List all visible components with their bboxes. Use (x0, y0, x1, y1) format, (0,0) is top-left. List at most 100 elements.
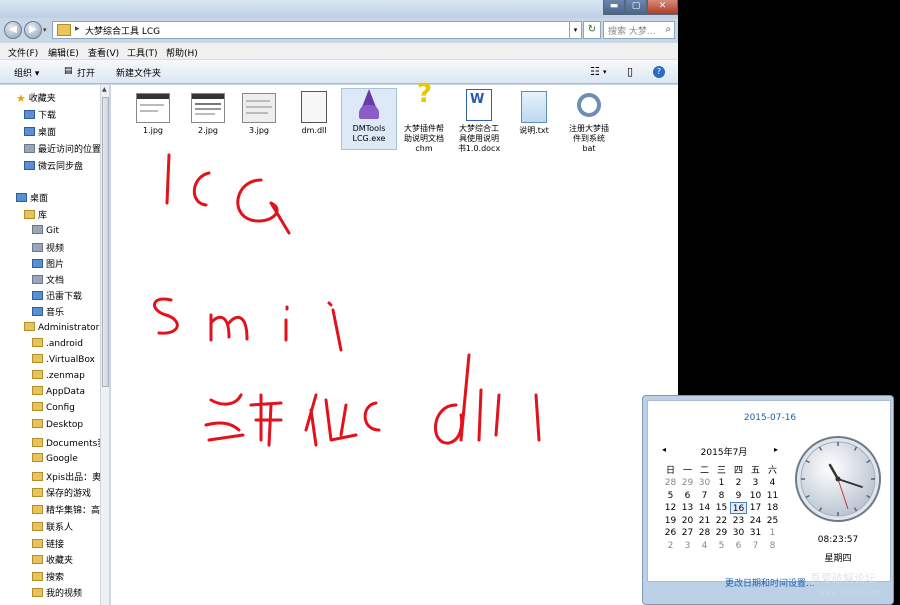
nav-favorites[interactable]: ★ 收藏夹 (16, 91, 56, 106)
calendar-day[interactable]: 4 (764, 477, 781, 489)
nav-pictures[interactable]: 图片 (32, 257, 64, 272)
calendar-day[interactable]: 17 (747, 502, 764, 514)
calendar-day[interactable]: 6 (730, 540, 747, 552)
nav-desktop2[interactable]: Desktop (32, 419, 83, 434)
calendar-day[interactable]: 31 (747, 527, 764, 539)
breadcrumb[interactable]: 大梦综合工具 LCG (85, 24, 160, 37)
calendar-day[interactable]: 16 (730, 502, 747, 515)
calendar-day[interactable]: 21 (696, 515, 713, 527)
calendar-day[interactable]: 4 (696, 540, 713, 552)
menu-edit[interactable]: 编辑(E) (48, 46, 79, 59)
previous-month-icon[interactable]: ◂ (662, 445, 666, 454)
calendar-day[interactable]: 29 (713, 527, 730, 539)
menu-tools[interactable]: 工具(T) (127, 46, 158, 59)
scroll-up-icon[interactable]: ▲ (102, 86, 107, 93)
nav-favorites2[interactable]: 收藏夹 (32, 553, 73, 568)
organize-button[interactable]: 组织 ▾ (14, 66, 39, 79)
calendar-day[interactable]: 1 (764, 527, 781, 539)
scroll-thumb[interactable] (102, 97, 109, 387)
calendar-day[interactable]: 3 (747, 477, 764, 489)
nav-zenmap[interactable]: .zenmap (32, 370, 85, 385)
calendar-day[interactable]: 1 (713, 477, 730, 489)
nav-administrator[interactable]: Administrator (24, 322, 99, 337)
calendar-day[interactable]: 26 (662, 527, 679, 539)
calendar-day[interactable]: 10 (747, 490, 764, 502)
nav-desktop[interactable]: 桌面 (16, 191, 48, 206)
calendar-day[interactable]: 2 (730, 477, 747, 489)
nav-documents2[interactable]: Documents我 (32, 436, 100, 451)
breadcrumb-chevron-icon[interactable]: ▸ (75, 24, 80, 34)
nav-recent[interactable]: 最近访问的位置 (24, 142, 100, 157)
view-options-icon[interactable]: ☷ (590, 65, 600, 78)
nav-cloud[interactable]: 微云同步盘 (24, 159, 83, 174)
calendar-day[interactable]: 15 (713, 502, 730, 514)
calendar-day[interactable]: 7 (747, 540, 764, 552)
minimize-button[interactable]: ▬ (603, 0, 625, 15)
calendar-day[interactable]: 6 (679, 490, 696, 502)
nav-scrollbar[interactable]: ▲ (100, 85, 110, 605)
calendar-day[interactable]: 22 (713, 515, 730, 527)
back-button[interactable]: ◀ (4, 21, 22, 39)
calendar-day[interactable]: 29 (679, 477, 696, 489)
calendar-day[interactable]: 28 (662, 477, 679, 489)
calendar-day[interactable]: 20 (679, 515, 696, 527)
calendar-day[interactable]: 8 (713, 490, 730, 502)
calendar-day[interactable]: 11 (764, 490, 781, 502)
help-icon[interactable]: ? (653, 66, 665, 78)
calendar-day[interactable]: 12 (662, 502, 679, 514)
forward-button[interactable]: ▶ (24, 21, 42, 39)
nav-documents[interactable]: 文档 (32, 273, 64, 288)
nav-xpis[interactable]: Xpis出品：奥 (32, 470, 100, 485)
nav-searches[interactable]: 搜索 (32, 570, 64, 585)
recent-pages-dropdown[interactable]: ▾ (43, 26, 47, 34)
calendar-day[interactable]: 18 (764, 502, 781, 514)
nav-contacts[interactable]: 联系人 (32, 520, 73, 535)
nav-links[interactable]: 链接 (32, 537, 64, 552)
calendar-day[interactable]: 30 (696, 477, 713, 489)
calendar-day[interactable]: 19 (662, 515, 679, 527)
calendar-day[interactable]: 5 (662, 490, 679, 502)
month-title[interactable]: 2015年7月 (682, 445, 766, 458)
calendar-day[interactable]: 25 (764, 515, 781, 527)
calendar-day[interactable]: 9 (730, 490, 747, 502)
maximize-button[interactable]: ▢ (625, 0, 647, 15)
calendar-day[interactable]: 27 (679, 527, 696, 539)
nav-google[interactable]: Google (32, 453, 78, 468)
calendar-day[interactable]: 30 (730, 527, 747, 539)
calendar-day[interactable]: 5 (713, 540, 730, 552)
address-dropdown-button[interactable]: ▾ (570, 21, 582, 39)
nav-libraries[interactable]: 库 (24, 208, 47, 223)
preview-pane-icon[interactable]: ▯ (627, 65, 633, 78)
new-folder-button[interactable]: 新建文件夹 (116, 66, 161, 79)
current-date-link[interactable]: 2015-07-16 (648, 413, 892, 423)
nav-downloads[interactable]: 下载 (24, 108, 56, 123)
calendar-day[interactable]: 3 (679, 540, 696, 552)
search-input[interactable]: 搜索 大梦... ⌕ (603, 21, 675, 39)
nav-git[interactable]: Git (32, 225, 59, 240)
calendar-day[interactable]: 14 (696, 502, 713, 514)
nav-desktop-fav[interactable]: 桌面 (24, 125, 56, 140)
calendar-day[interactable]: 23 (730, 515, 747, 527)
nav-android[interactable]: .android (32, 338, 83, 353)
calendar-day[interactable]: 24 (747, 515, 764, 527)
nav-thunder[interactable]: 迅雷下载 (32, 289, 82, 304)
next-month-icon[interactable]: ▸ (774, 445, 778, 454)
search-icon[interactable]: ⌕ (665, 24, 671, 35)
nav-virtualbox[interactable]: .VirtualBox (32, 354, 95, 369)
calendar-day[interactable]: 2 (662, 540, 679, 552)
nav-saved-games[interactable]: 保存的游戏 (32, 486, 91, 501)
close-button[interactable]: ✕ (647, 0, 678, 15)
nav-config[interactable]: Config (32, 402, 75, 417)
menu-view[interactable]: 查看(V) (88, 46, 119, 59)
open-button[interactable]: 打开 (77, 66, 95, 79)
nav-my-videos[interactable]: 我的视频 (32, 586, 82, 601)
calendar-day[interactable]: 13 (679, 502, 696, 514)
address-bar[interactable]: ▸ 大梦综合工具 LCG (52, 21, 570, 39)
refresh-button[interactable]: ↻ (583, 21, 601, 39)
nav-collection[interactable]: 精华集锦：高 (32, 503, 100, 518)
nav-videos[interactable]: 视频 (32, 241, 64, 256)
calendar-day[interactable]: 7 (696, 490, 713, 502)
nav-music[interactable]: 音乐 (32, 305, 64, 320)
calendar-day[interactable]: 28 (696, 527, 713, 539)
view-dropdown-icon[interactable]: ▾ (603, 68, 607, 76)
